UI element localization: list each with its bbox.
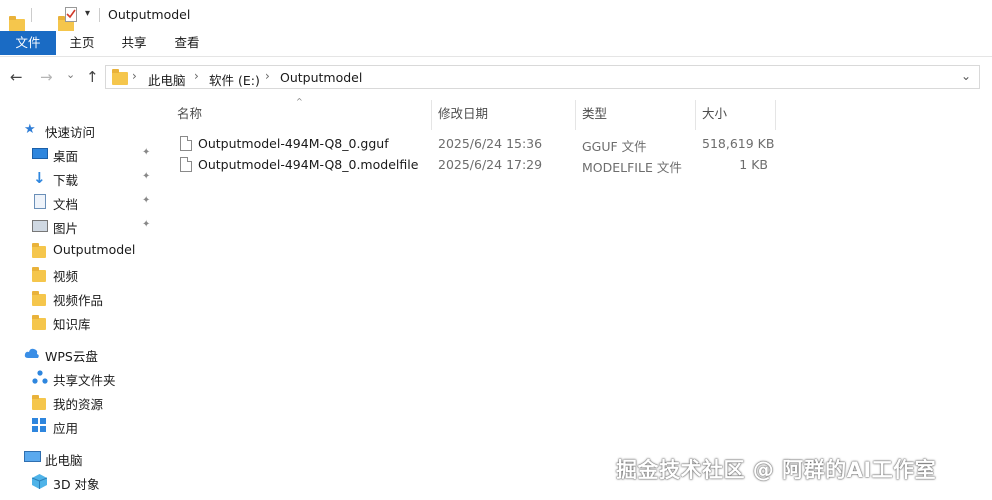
column-header-size[interactable]: 大小 [702,98,772,128]
pin-icon[interactable]: ✦ [142,171,150,182]
computer-icon [24,451,41,462]
folder-icon [112,69,128,85]
window-title: Outputmodel [108,7,191,22]
sidebar-item-video-works[interactable]: 视频作品 [0,286,162,310]
folder-icon [32,267,46,282]
sidebar-item-my-resources[interactable]: 我的资源 [0,390,162,414]
file-size: 518,619 KB [702,136,775,151]
sidebar-item-3d-objects[interactable]: 3D 对象 [0,470,162,494]
file-name: Outputmodel-494M-Q8_0.gguf [198,136,389,151]
sidebar-item-pictures[interactable]: 图片 ✦ [0,214,162,238]
column-header-date-modified[interactable]: 修改日期 [438,98,573,128]
breadcrumb-separator-icon[interactable]: › [132,69,137,83]
file-row[interactable]: Outputmodel-494M-Q8_0.modelfile 2025/6/2… [168,155,992,176]
cube-icon [31,474,48,492]
file-name: Outputmodel-494M-Q8_0.modelfile [198,157,419,172]
download-icon: ↓ [33,169,46,187]
folder-icon [32,291,46,306]
title-bar: ▾ Outputmodel [0,0,992,32]
column-header-type[interactable]: 类型 [582,98,692,128]
navigation-pane: ★ 快速访问 桌面 ✦ ↓ 下载 ✦ 文档 ✦ 图片 ✦ Outputmodel… [0,98,162,500]
toolbar-divider [31,8,32,22]
folder-icon [32,315,46,330]
star-icon: ★ [24,122,36,137]
breadcrumb-this-pc[interactable]: 此电脑 [148,70,186,89]
file-type: MODELFILE 文件 [582,160,682,175]
file-type: GGUF 文件 [582,139,647,154]
ribbon: 文件 主页 共享 查看 [0,31,992,57]
document-icon [34,194,46,209]
folder-icon [32,243,46,258]
share-icon [32,370,48,388]
sidebar-item-knowledge-base[interactable]: 知识库 [0,310,162,334]
breadcrumb-separator-icon[interactable]: › [194,69,199,83]
breadcrumb-drive-e[interactable]: 软件 (E:) [209,70,260,89]
column-divider[interactable] [431,100,432,130]
file-date-modified: 2025/6/24 17:29 [438,157,543,172]
file-row[interactable]: Outputmodel-494M-Q8_0.gguf 2025/6/24 15:… [168,134,992,155]
sidebar-item-desktop[interactable]: 桌面 ✦ [0,142,162,166]
navigation-bar: ← → ⌄ ↑ › 此电脑 › 软件 (E:) › Outputmodel ⌄ [0,57,992,98]
properties-icon[interactable] [65,7,77,22]
column-divider[interactable] [575,100,576,130]
file-date-modified: 2025/6/24 15:36 [438,136,543,151]
file-size: 1 KB [739,157,768,172]
sidebar-item-documents[interactable]: 文档 ✦ [0,190,162,214]
apps-icon [32,418,47,436]
customize-toolbar-dropdown-icon[interactable]: ▾ [85,8,90,19]
file-icon [180,157,192,172]
column-header-name[interactable]: 名称 [177,98,427,128]
address-bar[interactable]: › 此电脑 › 软件 (E:) › Outputmodel ⌄ [105,65,980,89]
sidebar-item-wps-cloud[interactable]: WPS云盘 [0,342,162,366]
sidebar-item-this-pc[interactable]: 此电脑 [0,446,162,470]
pin-icon[interactable]: ✦ [142,147,150,158]
sidebar-item-quick-access[interactable]: ★ 快速访问 [0,118,162,142]
recent-locations-chevron-down-icon[interactable]: ⌄ [66,67,75,83]
sidebar-item-outputmodel[interactable]: Outputmodel [0,238,162,262]
sidebar-item-downloads[interactable]: ↓ 下载 ✦ [0,166,162,190]
cloud-icon [24,347,40,362]
tab-home[interactable]: 主页 [58,31,106,55]
sidebar-item-shared-folder[interactable]: 共享文件夹 [0,366,162,390]
tab-view[interactable]: 查看 [163,31,211,55]
file-icon [180,136,192,151]
folder-icon [32,395,46,410]
pin-icon[interactable]: ✦ [142,195,150,206]
column-divider[interactable] [695,100,696,130]
watermark: 掘金技术社区 @ 阿群的AI工作室 [616,458,937,482]
tab-share[interactable]: 共享 [110,31,158,55]
toolbar-divider [99,8,100,22]
file-list: ^ 名称 修改日期 类型 大小 Outputmodel-494M-Q8_0.gg… [168,97,992,500]
up-arrow-icon[interactable]: ↑ [86,69,99,85]
column-divider[interactable] [775,100,776,130]
sidebar-item-apps[interactable]: 应用 [0,414,162,438]
back-arrow-icon[interactable]: ← [10,69,23,85]
tab-file[interactable]: 文件 [0,31,56,55]
forward-arrow-icon[interactable]: → [40,69,53,85]
breadcrumb-outputmodel[interactable]: Outputmodel [280,70,362,85]
picture-icon [32,220,48,232]
address-history-chevron-down-icon[interactable]: ⌄ [961,69,971,83]
sidebar-item-videos[interactable]: 视频 [0,262,162,286]
breadcrumb-separator-icon[interactable]: › [265,69,270,83]
pin-icon[interactable]: ✦ [142,219,150,230]
desktop-icon [32,148,48,159]
